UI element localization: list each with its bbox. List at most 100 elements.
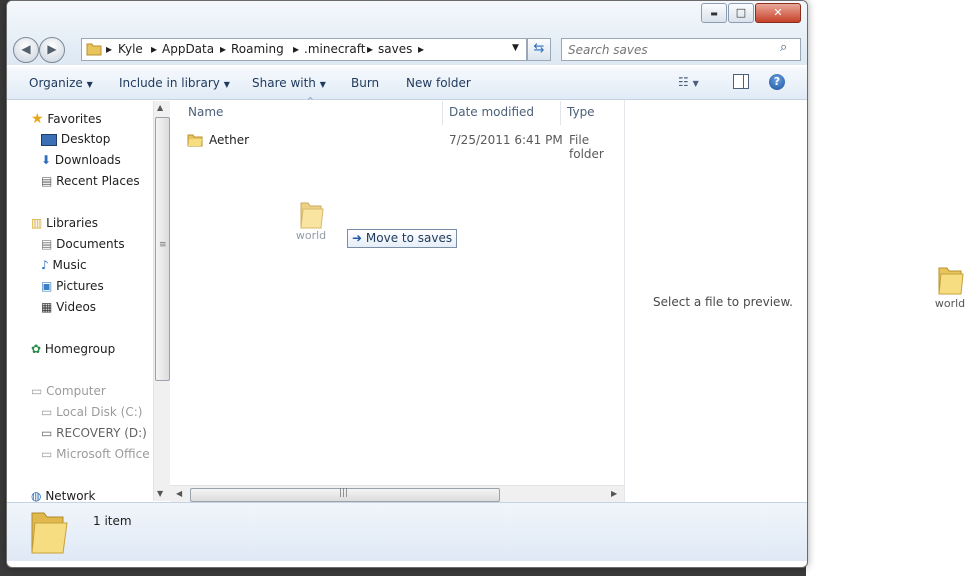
new-folder-button[interactable]: New folder <box>406 76 471 90</box>
breadcrumb-chevron-icon: ▸ <box>151 42 158 56</box>
table-row[interactable]: Aether 7/25/2011 6:41 PM File folder <box>185 131 623 161</box>
breadcrumb-roaming[interactable]: Roaming <box>231 42 284 56</box>
computer-icon: ▭ <box>31 384 43 398</box>
nav-favorites-label: Favorites <box>47 112 102 126</box>
nav-recent-label: Recent Places <box>56 174 140 188</box>
downloads-icon: ⬇ <box>41 153 52 167</box>
search-box[interactable]: ⌕ <box>561 38 801 61</box>
desktop-world-icon[interactable]: world <box>930 262 970 310</box>
drag-tooltip-label: Move to saves <box>365 231 453 245</box>
nav-microsoft-office[interactable]: ▭ Microsoft Office <box>41 447 150 461</box>
nav-office-label: Microsoft Office <box>56 447 150 461</box>
navigation-pane: ★ Favorites Desktop ⬇ Downloads ▤ Recent… <box>7 100 167 503</box>
nav-pictures-label: Pictures <box>56 279 104 293</box>
nav-computer-label: Computer <box>46 384 106 398</box>
file-type: File folder <box>569 133 604 161</box>
scroll-left-icon[interactable]: ◀ <box>176 489 182 498</box>
column-name-label: Name <box>188 105 224 119</box>
music-icon: ♪ <box>41 258 49 272</box>
help-icon[interactable]: ? <box>769 74 785 90</box>
column-date-label: Date modified <box>449 105 535 119</box>
view-options-icon[interactable]: ☷ ▼ <box>678 75 699 89</box>
homegroup-icon: ✿ <box>31 342 42 356</box>
nav-pictures[interactable]: ▣ Pictures <box>41 279 104 293</box>
preview-pane: Select a file to preview. <box>624 100 807 502</box>
drive-icon: ▭ <box>41 447 53 461</box>
maximize-icon: □ <box>735 6 747 19</box>
details-pane: 1 item <box>7 502 807 561</box>
videos-icon: ▦ <box>41 300 53 314</box>
scroll-right-icon[interactable]: ▶ <box>611 489 617 498</box>
nav-recovery[interactable]: ▭ RECOVERY (D:) <box>41 426 147 440</box>
nav-computer[interactable]: ▭ Computer <box>31 384 106 398</box>
nav-local-disk[interactable]: ▭ Local Disk (C:) <box>41 405 142 419</box>
nav-scrollbar[interactable]: ▲ ≡ ▼ <box>153 101 170 501</box>
minimize-button[interactable]: ▬ <box>701 3 727 23</box>
star-icon: ★ <box>31 111 44 127</box>
nav-desktop-label: Desktop <box>60 132 111 146</box>
network-icon: ◍ <box>31 489 42 503</box>
nav-recent-places[interactable]: ▤ Recent Places <box>41 174 140 188</box>
nav-network[interactable]: ◍ Network <box>31 489 95 503</box>
dropdown-arrow-icon: ▼ <box>319 80 326 89</box>
column-date-modified[interactable]: Date modified <box>443 101 561 125</box>
nav-videos-label: Videos <box>56 300 97 314</box>
drag-ghost-label: world <box>295 229 327 242</box>
back-button[interactable]: ◀ <box>13 37 39 63</box>
breadcrumb-chevron-icon: ▸ <box>293 42 300 56</box>
nav-favorites[interactable]: ★ Favorites <box>31 111 102 127</box>
breadcrumb-chevron-icon: ▸ <box>220 42 227 56</box>
breadcrumb-minecraft[interactable]: .minecraft <box>304 42 365 56</box>
maximize-button[interactable]: □ <box>728 3 754 23</box>
nav-videos[interactable]: ▦ Videos <box>41 300 96 314</box>
search-input[interactable] <box>566 40 770 59</box>
include-in-library-button[interactable]: Include in library ▼ <box>119 76 230 90</box>
hscroll-thumb[interactable]: ||| <box>190 488 500 502</box>
breadcrumb-chevron-icon: ▸ <box>106 42 113 56</box>
address-dropdown-icon[interactable]: ▼ <box>512 43 519 53</box>
documents-icon: ▤ <box>41 237 53 251</box>
column-type[interactable]: Type <box>561 101 623 125</box>
scroll-down-icon[interactable]: ▼ <box>157 489 163 498</box>
search-icon: ⌕ <box>780 40 788 55</box>
nav-recovery-label: RECOVERY (D:) <box>56 426 147 440</box>
nav-local-disk-label: Local Disk (C:) <box>56 405 143 419</box>
nav-desktop[interactable]: Desktop <box>41 132 110 146</box>
desktop-icon <box>41 133 57 146</box>
nav-homegroup[interactable]: ✿ Homegroup <box>31 342 115 356</box>
breadcrumb-appdata[interactable]: AppData <box>162 42 214 56</box>
address-bar[interactable]: ▸ Kyle ▸ AppData ▸ Roaming ▸ .minecraft … <box>81 38 527 61</box>
share-with-button[interactable]: Share with ▼ <box>252 76 326 90</box>
close-button[interactable]: ✕ <box>755 3 801 23</box>
forward-arrow-icon: ▶ <box>47 42 57 56</box>
drag-tooltip: ➜ Move to saves <box>347 229 458 248</box>
grip-icon: ≡ <box>159 240 167 250</box>
refresh-button[interactable]: ⇆ <box>527 38 551 61</box>
nav-music[interactable]: ♪ Music <box>41 258 87 272</box>
folder-icon <box>86 43 102 56</box>
organize-button[interactable]: Organize ▼ <box>29 76 93 90</box>
drive-icon: ▭ <box>41 426 53 440</box>
dropdown-arrow-icon: ▼ <box>223 80 230 89</box>
nav-documents-label: Documents <box>56 237 125 251</box>
nav-scroll-thumb[interactable]: ≡ <box>155 117 170 381</box>
nav-downloads-label: Downloads <box>54 153 121 167</box>
preview-pane-button[interactable] <box>733 74 749 89</box>
desktop-world-label: world <box>934 297 966 310</box>
file-list-scrollbar[interactable]: ◀ ||| ▶ <box>170 485 624 503</box>
breadcrumb-chevron-icon: ▸ <box>367 42 374 56</box>
breadcrumb-saves[interactable]: saves <box>378 42 412 56</box>
move-arrow-icon: ➜ <box>352 231 363 245</box>
pictures-icon: ▣ <box>41 279 53 293</box>
nav-downloads[interactable]: ⬇ Downloads <box>41 153 121 167</box>
back-arrow-icon: ◀ <box>21 42 31 56</box>
column-name[interactable]: Name <box>170 101 443 125</box>
scroll-up-icon[interactable]: ▲ <box>157 103 163 112</box>
organize-label: Organize <box>29 76 83 90</box>
nav-documents[interactable]: ▤ Documents <box>41 237 125 251</box>
burn-button[interactable]: Burn <box>351 76 379 90</box>
breadcrumb-kyle[interactable]: Kyle <box>118 42 143 56</box>
nav-libraries[interactable]: ▥ Libraries <box>31 216 98 230</box>
forward-button[interactable]: ▶ <box>39 37 65 63</box>
preview-pane-icon <box>743 75 744 88</box>
